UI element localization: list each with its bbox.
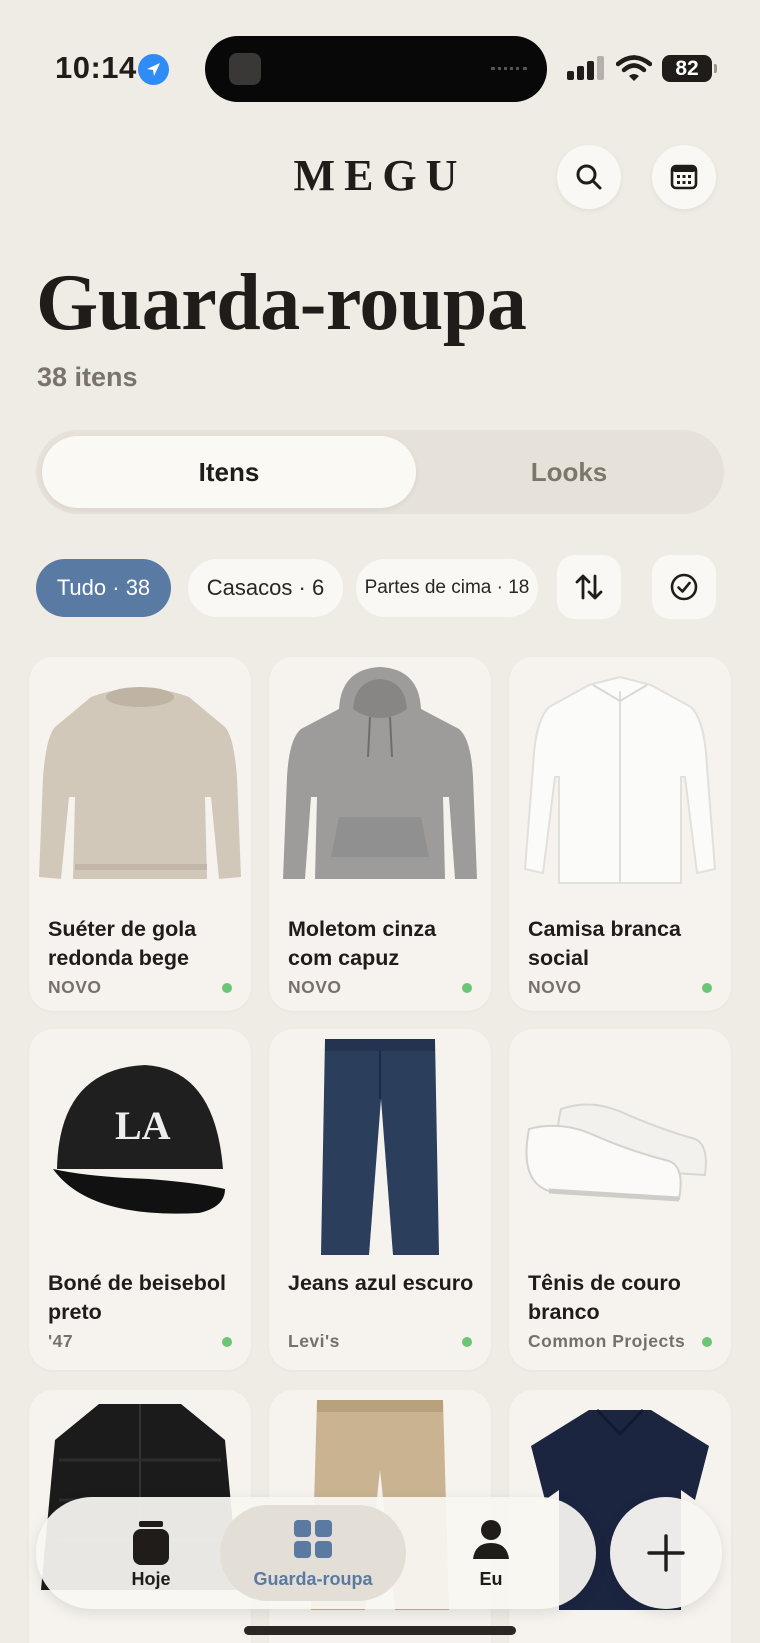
black-cap-image: LA	[53, 1065, 225, 1214]
wardrobe-item-card[interactable]: Camisa branca social NOVO	[509, 657, 731, 1011]
item-name: Jeans azul escuro	[288, 1271, 474, 1295]
select-button[interactable]	[652, 555, 716, 619]
status-dot	[702, 1337, 712, 1347]
wardrobe-item-card[interactable]: Jeans azul escuro Levi's	[269, 1029, 491, 1370]
tab-me-label: Eu	[479, 1569, 503, 1589]
grid-icon	[294, 1520, 332, 1558]
svg-text:LA: LA	[115, 1103, 171, 1148]
item-brand: NOVO	[48, 977, 102, 997]
status-dot	[462, 983, 472, 993]
status-dot	[702, 983, 712, 993]
sort-icon	[575, 574, 603, 600]
tab-today[interactable]: Hoje	[96, 1505, 206, 1601]
island-thumbnail	[229, 53, 261, 85]
tab-wardrobe[interactable]: Guarda-roupa	[220, 1505, 406, 1601]
wardrobe-item-card[interactable]: Tênis de couro branco Common Projects	[509, 1029, 731, 1370]
location-arrow-icon	[138, 54, 169, 85]
status-bar: 10:14 82	[0, 0, 760, 140]
check-circle-icon	[670, 573, 698, 601]
item-name: Tênis de couro branco	[528, 1271, 681, 1324]
cellular-signal-icon	[567, 56, 605, 80]
tab-today-label: Hoje	[131, 1569, 171, 1589]
filter-chip-tops[interactable]: Partes de cima · 18	[356, 559, 538, 617]
item-brand: '47	[48, 1331, 74, 1351]
calendar-icon	[670, 164, 698, 190]
plus-icon	[647, 1534, 685, 1572]
sort-button[interactable]	[557, 555, 621, 619]
filter-chip-all[interactable]: Tudo · 38	[36, 559, 171, 617]
wardrobe-item-card[interactable]: Moletom cinza com capuz NOVO	[269, 657, 491, 1011]
view-segmented-control: Itens Looks	[36, 430, 724, 514]
dark-jeans-image	[321, 1039, 439, 1255]
wifi-icon	[615, 55, 653, 87]
add-item-button[interactable]	[610, 1497, 722, 1609]
segment-looks[interactable]: Looks	[420, 436, 718, 508]
item-name: Camisa branca social	[528, 917, 681, 970]
item-name: Boné de beisebol preto	[48, 1271, 227, 1324]
grey-hoodie-image	[283, 667, 477, 879]
home-indicator	[244, 1626, 516, 1635]
person-icon	[473, 1520, 509, 1559]
island-dots	[491, 67, 527, 71]
status-dot	[462, 1337, 472, 1347]
wardrobe-item-card[interactable]: Suéter de gola redonda bege NOVO	[29, 657, 251, 1011]
filter-chip-coats[interactable]: Casacos · 6	[188, 559, 343, 617]
item-brand: NOVO	[528, 977, 582, 997]
item-brand: Levi's	[288, 1331, 340, 1351]
item-name: Suéter de gola redonda bege	[48, 917, 197, 970]
page-title: Guarda-roupa	[36, 259, 527, 347]
item-count: 38 itens	[37, 362, 138, 392]
tab-me[interactable]: Eu	[436, 1505, 546, 1601]
white-shirt-image	[523, 675, 717, 884]
jar-icon	[133, 1521, 169, 1565]
status-dot	[222, 983, 232, 993]
tab-bar: Hoje Guarda-roupa Eu	[36, 1497, 596, 1609]
segment-items[interactable]: Itens	[42, 436, 416, 508]
battery-indicator: 82	[662, 55, 717, 82]
search-icon	[576, 164, 602, 190]
search-button[interactable]	[557, 145, 621, 209]
dynamic-island	[205, 36, 547, 102]
calendar-button[interactable]	[652, 145, 716, 209]
item-brand: Common Projects	[528, 1331, 686, 1351]
item-brand: NOVO	[288, 977, 342, 997]
tab-wardrobe-label: Guarda-roupa	[253, 1569, 373, 1589]
wardrobe-item-card[interactable]: LA Boné de beisebol preto '47	[29, 1029, 251, 1370]
item-name: Moletom cinza com capuz	[288, 917, 437, 970]
app-logo: MEGU	[293, 151, 467, 200]
status-time: 10:14	[55, 50, 137, 85]
white-sneakers-image	[525, 1103, 707, 1202]
status-dot	[222, 1337, 232, 1347]
beige-sweater-image	[39, 687, 241, 879]
